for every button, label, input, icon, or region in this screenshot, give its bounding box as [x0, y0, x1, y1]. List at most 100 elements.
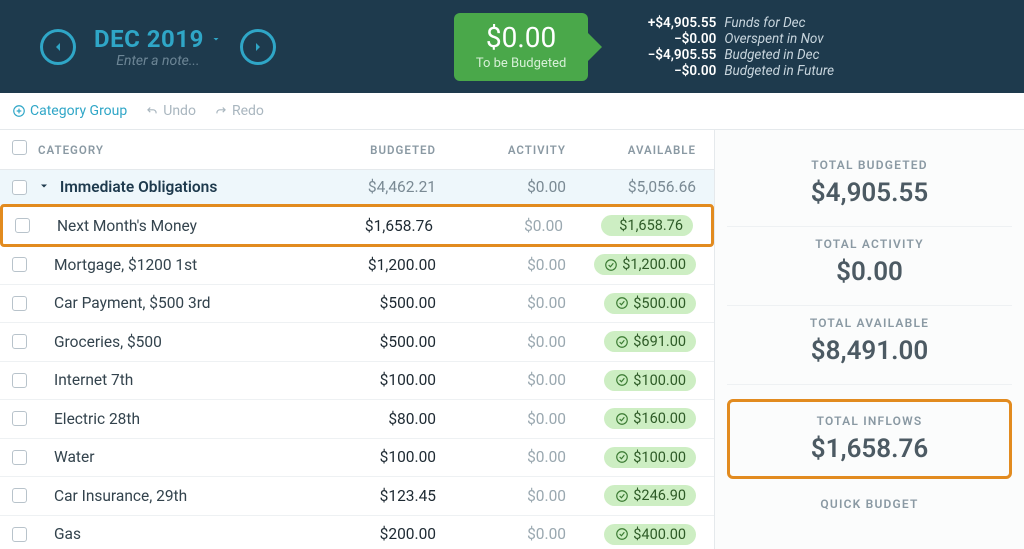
group-checkbox[interactable]	[12, 180, 27, 195]
month-label: DEC 2019	[94, 25, 204, 53]
summary-label: Funds for Dec	[724, 15, 805, 31]
budget-toolbar: Category Group Undo Redo	[0, 93, 1024, 130]
row-checkbox[interactable]	[12, 334, 27, 349]
summary-label: Overspent in Nov	[724, 31, 823, 47]
summary-amount: +$4,905.55	[636, 15, 716, 31]
month-note-input[interactable]: Enter a note...	[116, 53, 199, 69]
inspector-panel: TOTAL BUDGETED $4,905.55 TOTAL ACTIVITY …	[714, 130, 1024, 549]
budgeted-cell[interactable]: $1,200.00	[306, 256, 436, 274]
redo-button[interactable]: Redo	[214, 103, 264, 119]
quick-budget-label: QUICK BUDGET	[727, 497, 1012, 511]
undo-icon	[145, 104, 159, 118]
tbb-amount: $0.00	[476, 21, 566, 54]
available-cell[interactable]: $100.00	[566, 370, 696, 392]
total-available-value: $8,491.00	[727, 336, 1012, 366]
category-group-row[interactable]: Immediate Obligations $4,462.21 $0.00 $5…	[0, 170, 714, 205]
summary-amount: −$4,905.55	[636, 47, 716, 63]
row-checkbox[interactable]	[12, 450, 27, 465]
category-row[interactable]: Groceries, $500 $500.00 $0.00 $691.00	[0, 323, 714, 362]
category-row[interactable]: Mortgage, $1200 1st $1,200.00 $0.00 $1,2…	[0, 246, 714, 285]
collapse-toggle[interactable]	[38, 180, 50, 192]
budgeted-cell[interactable]: $500.00	[306, 333, 436, 351]
next-month-button[interactable]	[240, 29, 276, 65]
category-name: Gas	[38, 525, 306, 543]
budgeted-cell[interactable]: $100.00	[306, 448, 436, 466]
month-selector[interactable]: DEC 2019 Enter a note...	[94, 25, 222, 69]
activity-cell: $0.00	[436, 525, 566, 543]
total-budgeted-block: TOTAL BUDGETED $4,905.55	[727, 148, 1012, 227]
add-category-group-button[interactable]: Category Group	[12, 103, 127, 119]
category-name: Electric 28th	[38, 410, 306, 428]
row-checkbox[interactable]	[15, 218, 30, 233]
row-checkbox[interactable]	[12, 411, 27, 426]
col-category[interactable]: CATEGORY	[38, 143, 306, 157]
available-cell[interactable]: $500.00	[566, 293, 696, 315]
activity-cell: $0.00	[436, 256, 566, 274]
available-value: $691.00	[633, 333, 686, 350]
col-available[interactable]: AVAILABLE	[566, 143, 696, 157]
available-value: $1,200.00	[622, 256, 686, 273]
activity-cell: $0.00	[436, 487, 566, 505]
total-inflows-label: TOTAL INFLOWS	[730, 414, 1009, 428]
undo-button[interactable]: Undo	[145, 103, 196, 119]
total-budgeted-value: $4,905.55	[727, 178, 1012, 208]
available-cell[interactable]: $400.00	[566, 524, 696, 546]
category-name: Groceries, $500	[38, 333, 306, 351]
col-activity[interactable]: ACTIVITY	[436, 143, 566, 157]
budgeted-cell[interactable]: $123.45	[306, 487, 436, 505]
category-row[interactable]: Electric 28th $80.00 $0.00 $160.00	[0, 400, 714, 439]
activity-cell: $0.00	[433, 217, 563, 235]
category-row[interactable]: Water $100.00 $0.00 $100.00	[0, 439, 714, 478]
prev-month-button[interactable]	[40, 29, 76, 65]
available-cell[interactable]: $100.00	[566, 447, 696, 469]
category-row[interactable]: Gas $200.00 $0.00 $400.00	[0, 516, 714, 549]
total-available-label: TOTAL AVAILABLE	[727, 316, 1012, 330]
total-inflows-value: $1,658.76	[730, 434, 1009, 464]
main-area: CATEGORY BUDGETED ACTIVITY AVAILABLE Imm…	[0, 130, 1024, 549]
category-row[interactable]: Car Insurance, 29th $123.45 $0.00 $246.9…	[0, 477, 714, 516]
budgeted-cell[interactable]: $100.00	[306, 371, 436, 389]
activity-cell: $0.00	[436, 448, 566, 466]
available-cell[interactable]: $1,200.00	[566, 254, 696, 276]
budgeted-cell[interactable]: $80.00	[306, 410, 436, 428]
group-name: Immediate Obligations	[60, 178, 217, 196]
budgeted-cell[interactable]: $200.00	[306, 525, 436, 543]
category-name: Next Month's Money	[41, 217, 303, 235]
select-all-checkbox[interactable]	[12, 140, 27, 155]
col-budgeted[interactable]: BUDGETED	[306, 143, 436, 157]
budgeted-cell[interactable]: $500.00	[306, 294, 436, 312]
activity-cell: $0.00	[436, 371, 566, 389]
total-activity-value: $0.00	[727, 257, 1012, 287]
group-activity: $0.00	[436, 178, 566, 196]
row-checkbox[interactable]	[12, 257, 27, 272]
summary-label: Budgeted in Dec	[724, 47, 819, 63]
activity-cell: $0.00	[436, 333, 566, 351]
row-checkbox[interactable]	[12, 527, 27, 542]
budget-header: DEC 2019 Enter a note... $0.00 To be Bud…	[0, 0, 1024, 93]
header-summary: +$4,905.55 Funds for Dec −$0.00 Overspent …	[636, 15, 834, 79]
row-checkbox[interactable]	[12, 296, 27, 311]
check-circle-icon	[615, 527, 629, 541]
category-name: Water	[38, 448, 306, 466]
available-cell[interactable]: $1,658.76	[563, 215, 693, 236]
category-row[interactable]: Car Payment, $500 3rd $500.00 $0.00 $500…	[0, 285, 714, 324]
available-value: $100.00	[633, 449, 686, 466]
activity-cell: $0.00	[436, 294, 566, 312]
summary-amount: −$0.00	[636, 31, 716, 47]
check-circle-icon	[604, 258, 618, 272]
category-row[interactable]: Next Month's Money $1,658.76 $0.00 $1,65…	[0, 204, 714, 247]
available-cell[interactable]: $691.00	[566, 331, 696, 353]
chevron-right-icon	[250, 39, 266, 55]
total-activity-block: TOTAL ACTIVITY $0.00	[727, 227, 1012, 306]
tbb-label: To be Budgeted	[476, 56, 566, 71]
available-value: $400.00	[633, 526, 686, 543]
row-checkbox[interactable]	[12, 373, 27, 388]
budgeted-cell[interactable]: $1,658.76	[303, 217, 433, 235]
row-checkbox[interactable]	[12, 488, 27, 503]
category-row[interactable]: Internet 7th $100.00 $0.00 $100.00	[0, 362, 714, 401]
group-budgeted: $4,462.21	[306, 178, 436, 196]
available-cell[interactable]: $246.90	[566, 485, 696, 507]
category-name: Mortgage, $1200 1st	[38, 256, 306, 274]
available-cell[interactable]: $160.00	[566, 408, 696, 430]
check-circle-icon	[615, 450, 629, 464]
